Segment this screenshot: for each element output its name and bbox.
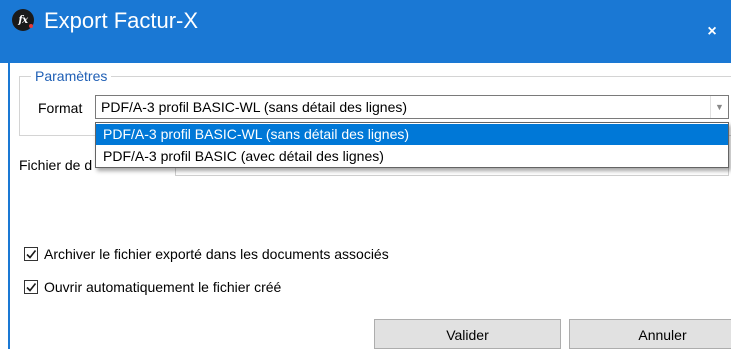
archive-option-row[interactable]: Archiver le fichier exporté dans les doc… (24, 244, 389, 264)
archive-checkbox[interactable] (24, 247, 38, 261)
open-option-label: Ouvrir automatiquement le fichier créé (44, 279, 282, 295)
check-icon (26, 250, 37, 259)
format-option-basic[interactable]: PDF/A-3 profil BASIC (avec détail des li… (96, 146, 728, 167)
open-option-row[interactable]: Ouvrir automatiquement le fichier créé (24, 277, 281, 297)
format-label: Format (38, 100, 83, 116)
format-dropdown-list: PDF/A-3 profil BASIC-WL (sans détail des… (95, 122, 729, 168)
file-label: Fichier de d (19, 157, 93, 173)
close-icon[interactable]: × (695, 16, 729, 48)
window-left-border (8, 63, 10, 349)
app-icon-dot (29, 24, 33, 28)
app-icon-text: fx (18, 14, 28, 26)
parameters-legend: Paramètres (31, 67, 112, 85)
export-dialog: fx Export Factur-X × Paramètres Format P… (0, 0, 731, 349)
check-icon (26, 283, 37, 292)
archive-option-label: Archiver le fichier exporté dans les doc… (44, 246, 389, 262)
open-file-checkbox[interactable] (24, 280, 38, 294)
facturx-app-icon: fx (12, 9, 34, 31)
title-bar: fx Export Factur-X × (0, 0, 731, 63)
format-option-basic-wl[interactable]: PDF/A-3 profil BASIC-WL (sans détail des… (96, 124, 728, 145)
cancel-button[interactable]: Annuler (569, 319, 731, 349)
window-title: Export Factur-X (44, 8, 199, 33)
validate-button[interactable]: Valider (374, 319, 561, 349)
format-select[interactable]: PDF/A-3 profil BASIC-WL (sans détail des… (95, 95, 729, 119)
chevron-down-icon[interactable]: ▼ (710, 96, 728, 118)
format-select-value: PDF/A-3 profil BASIC-WL (sans détail des… (101, 99, 408, 115)
